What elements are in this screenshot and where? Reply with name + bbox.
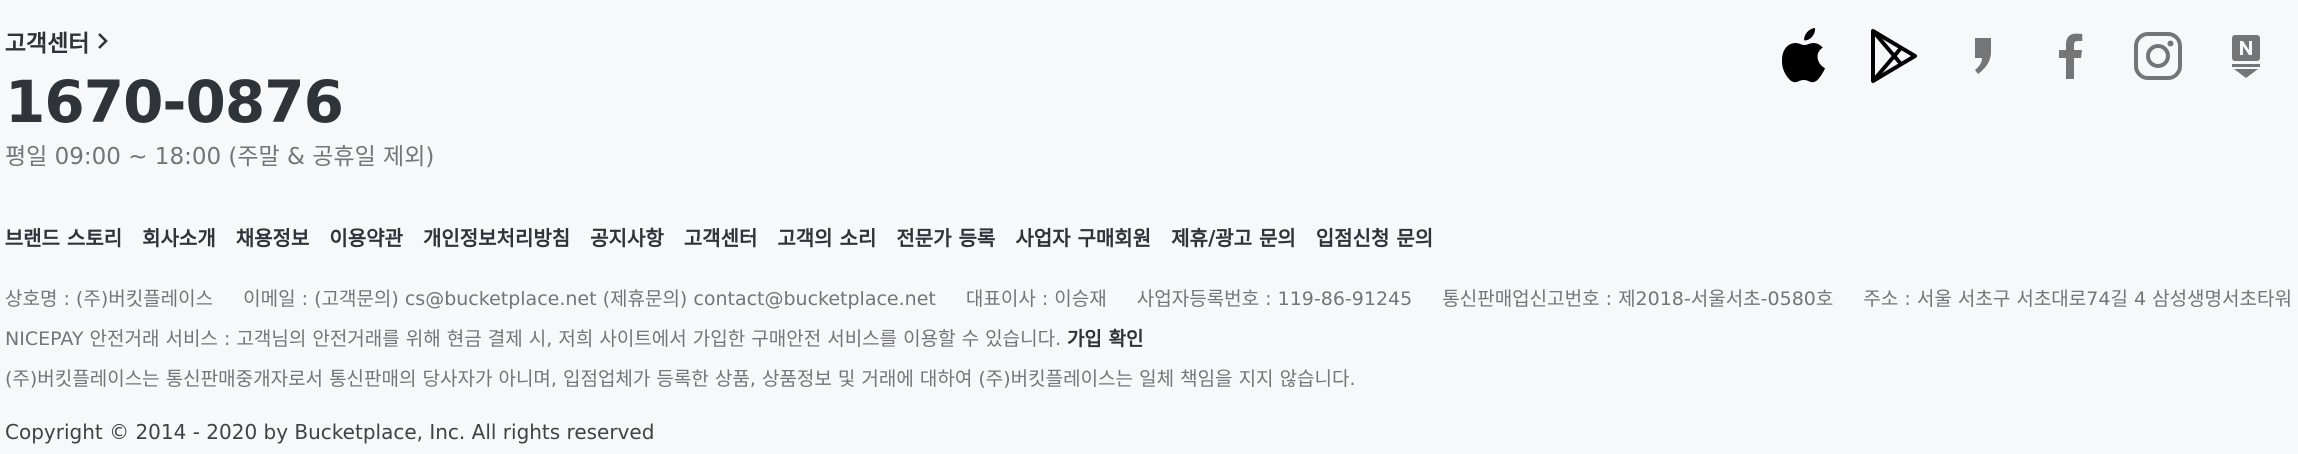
business-registration: 사업자등록번호 : 119-86-91245 <box>1136 288 1413 310</box>
nav-notices[interactable]: 공지사항 <box>590 222 664 251</box>
verify-link[interactable]: 가입 확인 <box>1067 328 1144 350</box>
nav-company-intro[interactable]: 회사소개 <box>142 222 216 251</box>
nav-partnership-inquiry[interactable]: 제휴/광고 문의 <box>1171 222 1296 251</box>
copyright: Copyright © 2014 - 2020 by Bucketplace, … <box>5 420 655 444</box>
email-info: 이메일 : (고객문의) cs@bucketplace.net (제휴문의) c… <box>243 288 936 310</box>
nicepay-info: NICEPAY 안전거래 서비스 : 고객님의 안전거래를 위해 현금 결제 시… <box>5 324 1144 351</box>
chevron-right-icon <box>97 33 108 49</box>
naver-post-icon[interactable] <box>2220 26 2272 86</box>
nav-privacy-policy[interactable]: 개인정보처리방침 <box>423 222 570 251</box>
customer-center-link[interactable]: 고객센터 <box>5 24 110 58</box>
kakao-story-icon[interactable] <box>1956 26 2008 86</box>
customer-center-label: 고객센터 <box>5 31 90 57</box>
social-links <box>1780 26 2272 86</box>
nav-brand-story[interactable]: 브랜드 스토리 <box>5 222 122 251</box>
disclaimer: (주)버킷플레이스는 통신판매중개자로서 통신판매의 당사자가 아니며, 입점업… <box>5 368 1356 390</box>
mail-order-registration: 통신판매업신고번호 : 제2018-서울서초-0580호 <box>1442 288 1834 310</box>
facebook-icon[interactable] <box>2044 26 2096 86</box>
nav-store-application[interactable]: 입점신청 문의 <box>1316 222 1433 251</box>
address-info: 주소 : 서울 서초구 서초대로74길 4 삼성생명서초타워 27층 <box>1863 288 2298 310</box>
nav-careers[interactable]: 채용정보 <box>236 222 310 251</box>
google-play-icon[interactable] <box>1868 26 1920 86</box>
nav-expert-registration[interactable]: 전문가 등록 <box>897 222 996 251</box>
company-name: 상호명 : (주)버킷플레이스 <box>5 288 214 310</box>
nav-customer-voice[interactable]: 고객의 소리 <box>778 222 877 251</box>
customer-center-phone: 1670-0876 <box>5 68 344 136</box>
instagram-icon[interactable] <box>2132 26 2184 86</box>
business-info: 상호명 : (주)버킷플레이스 이메일 : (고객문의) cs@bucketpl… <box>5 284 2298 311</box>
nicepay-text: NICEPAY 안전거래 서비스 : 고객님의 안전거래를 위해 현금 결제 시… <box>5 328 1062 350</box>
ceo-info: 대표이사 : 이승재 <box>965 288 1107 310</box>
footer-nav: 브랜드 스토리 회사소개 채용정보 이용약관 개인정보처리방침 공지사항 고객센… <box>5 222 1433 251</box>
nav-customer-center[interactable]: 고객센터 <box>684 222 758 251</box>
nav-business-member[interactable]: 사업자 구매회원 <box>1016 222 1152 251</box>
nav-terms[interactable]: 이용약관 <box>330 222 404 251</box>
apple-icon[interactable] <box>1780 26 1832 86</box>
customer-center-hours: 평일 09:00 ~ 18:00 (주말 & 공휴일 제외) <box>5 144 435 170</box>
